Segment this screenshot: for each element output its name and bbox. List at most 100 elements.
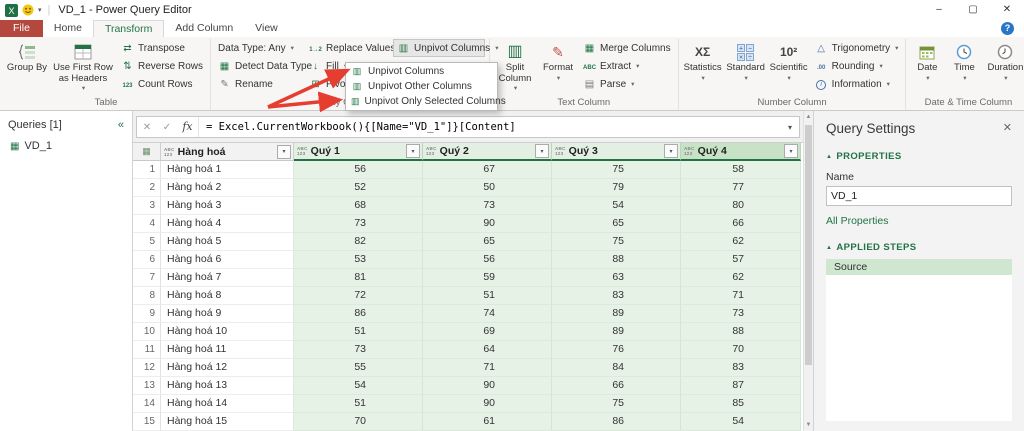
use-first-row-as-headers-button[interactable]: Use First Row as Headers ▾: [51, 39, 115, 95]
cancel-icon[interactable]: ✕: [137, 122, 157, 133]
table-cell[interactable]: 56: [294, 161, 423, 179]
table-cell[interactable]: 82: [294, 233, 423, 251]
query-name-input[interactable]: [826, 186, 1012, 206]
menu-item-unpivot-columns[interactable]: ▥ Unpivot Columns: [346, 64, 497, 79]
table-cell[interactable]: 84: [552, 359, 681, 377]
table-cell[interactable]: 85: [681, 395, 801, 413]
information-button[interactable]: i Information ▾: [812, 75, 902, 93]
close-panel-icon[interactable]: ✕: [1003, 121, 1012, 134]
count-rows-button[interactable]: 123 Count Rows: [118, 75, 206, 93]
table-cell[interactable]: 83: [681, 359, 801, 377]
filter-dropdown-icon[interactable]: ▾: [784, 144, 798, 158]
table-cell[interactable]: 61: [423, 413, 552, 431]
column-header-2[interactable]: ABC 123 Quý 1 ▾: [294, 143, 423, 161]
table-cell[interactable]: Hàng hoá 5: [161, 233, 294, 251]
filter-dropdown-icon[interactable]: ▾: [535, 144, 549, 158]
table-cell[interactable]: 88: [681, 323, 801, 341]
filter-dropdown-icon[interactable]: ▾: [406, 144, 420, 158]
table-cell[interactable]: 73: [681, 305, 801, 323]
table-cell[interactable]: 63: [552, 269, 681, 287]
maximize-button[interactable]: ▢: [956, 0, 990, 20]
table-cell[interactable]: Hàng hoá 14: [161, 395, 294, 413]
table-cell[interactable]: 89: [552, 305, 681, 323]
menu-item-unpivot-only-selected-columns[interactable]: ▥ Unpivot Only Selected Columns: [346, 94, 506, 109]
table-cell[interactable]: 86: [552, 413, 681, 431]
menu-item-unpivot-other-columns[interactable]: ▥ Unpivot Other Columns: [346, 79, 497, 94]
table-cell[interactable]: 74: [423, 305, 552, 323]
table-cell[interactable]: 87: [681, 377, 801, 395]
column-header-5[interactable]: ABC 123 Quý 4 ▾: [681, 143, 801, 161]
table-cell[interactable]: 51: [294, 323, 423, 341]
table-cell[interactable]: 76: [552, 341, 681, 359]
help-icon[interactable]: ?: [1001, 22, 1014, 35]
query-item-vd1[interactable]: ▦ VD_1: [0, 137, 132, 155]
row-number[interactable]: 14: [133, 395, 161, 413]
tab-home[interactable]: Home: [43, 20, 93, 37]
column-header-1[interactable]: ABC 123 Hàng hoá ▾: [161, 143, 294, 161]
table-cell[interactable]: 68: [294, 197, 423, 215]
table-cell[interactable]: 65: [552, 215, 681, 233]
table-cell[interactable]: 62: [681, 269, 801, 287]
format-button[interactable]: ✎ Format ▾: [539, 39, 577, 95]
filter-dropdown-icon[interactable]: ▾: [664, 144, 678, 158]
collapse-pane-icon[interactable]: «: [118, 119, 124, 131]
reverse-rows-button[interactable]: ⇅ Reverse Rows: [118, 57, 206, 75]
table-cell[interactable]: Hàng hoá 7: [161, 269, 294, 287]
table-cell[interactable]: Hàng hoá 3: [161, 197, 294, 215]
row-number[interactable]: 7: [133, 269, 161, 287]
row-number[interactable]: 4: [133, 215, 161, 233]
table-cell[interactable]: 89: [552, 323, 681, 341]
table-cell[interactable]: 52: [294, 179, 423, 197]
column-header-3[interactable]: ABC 123 Quý 2 ▾: [423, 143, 552, 161]
column-header-4[interactable]: ABC 123 Quý 3 ▾: [552, 143, 681, 161]
table-cell[interactable]: 73: [423, 197, 552, 215]
standard-button[interactable]: + − × ÷ Standard ▾: [726, 39, 766, 95]
table-cell[interactable]: 73: [294, 341, 423, 359]
table-cell[interactable]: Hàng hoá 4: [161, 215, 294, 233]
unpivot-columns-button[interactable]: ▥ Unpivot Columns ▾: [393, 39, 498, 57]
all-properties-link[interactable]: All Properties: [826, 215, 1012, 227]
table-cell[interactable]: 56: [423, 251, 552, 269]
table-cell[interactable]: 54: [552, 197, 681, 215]
table-cell[interactable]: 71: [681, 287, 801, 305]
table-cell[interactable]: 69: [423, 323, 552, 341]
data-type-button[interactable]: Data Type: Any ▾: [215, 39, 303, 57]
table-cell[interactable]: 83: [552, 287, 681, 305]
trigonometry-button[interactable]: △ Trigonometry ▾: [812, 39, 902, 57]
table-cell[interactable]: 90: [423, 395, 552, 413]
table-cell[interactable]: 54: [681, 413, 801, 431]
table-cell[interactable]: 59: [423, 269, 552, 287]
split-column-button[interactable]: ▥ Split Column ▾: [494, 39, 536, 95]
tab-transform[interactable]: Transform: [92, 20, 165, 37]
table-cell[interactable]: Hàng hoá 8: [161, 287, 294, 305]
extract-button[interactable]: ABC Extract ▾: [580, 57, 674, 75]
table-cell[interactable]: Hàng hoá 15: [161, 413, 294, 431]
row-number[interactable]: 8: [133, 287, 161, 305]
formula-input[interactable]: = Excel.CurrentWorkbook(){[Name="VD_1"]}…: [199, 121, 781, 133]
properties-section-header[interactable]: ▲ PROPERTIES: [826, 151, 1012, 162]
table-cell[interactable]: Hàng hoá 1: [161, 161, 294, 179]
table-cell[interactable]: 66: [552, 377, 681, 395]
row-number[interactable]: 3: [133, 197, 161, 215]
table-cell[interactable]: Hàng hoá 12: [161, 359, 294, 377]
table-cell[interactable]: 65: [423, 233, 552, 251]
table-cell[interactable]: 64: [423, 341, 552, 359]
table-cell[interactable]: 90: [423, 377, 552, 395]
row-number[interactable]: 10: [133, 323, 161, 341]
table-cell[interactable]: 70: [294, 413, 423, 431]
table-cell[interactable]: 81: [294, 269, 423, 287]
applied-step-source[interactable]: Source: [826, 259, 1012, 275]
scroll-down-icon[interactable]: ▼: [804, 419, 813, 431]
row-number[interactable]: 2: [133, 179, 161, 197]
row-number[interactable]: 6: [133, 251, 161, 269]
table-cell[interactable]: 79: [552, 179, 681, 197]
check-icon[interactable]: ✓: [157, 122, 177, 133]
table-cell[interactable]: Hàng hoá 10: [161, 323, 294, 341]
row-number[interactable]: 1: [133, 161, 161, 179]
table-cell[interactable]: 66: [681, 215, 801, 233]
table-cell[interactable]: 51: [294, 395, 423, 413]
table-cell[interactable]: 62: [681, 233, 801, 251]
rounding-button[interactable]: .00 Rounding ▾: [812, 57, 902, 75]
table-cell[interactable]: Hàng hoá 13: [161, 377, 294, 395]
select-all-corner[interactable]: ▦: [133, 143, 161, 161]
